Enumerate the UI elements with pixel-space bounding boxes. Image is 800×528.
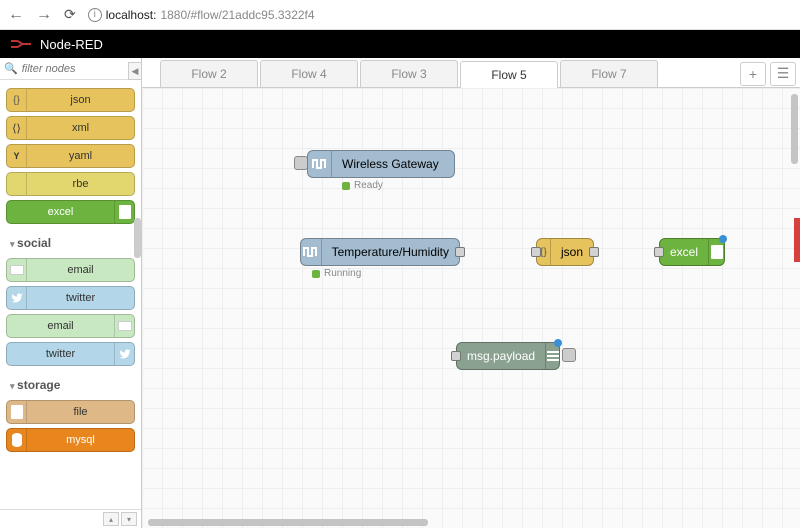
yaml-icon: Y [7, 145, 27, 167]
wave-icon [308, 151, 332, 177]
category-storage[interactable]: storage [6, 370, 135, 396]
palette-node-file[interactable]: file [6, 400, 135, 424]
palette-list[interactable]: json ⟨⟩xml Yyaml rbe excel social email … [0, 80, 141, 509]
tab-flow-7[interactable]: Flow 7 [560, 60, 658, 87]
gateway-input-port[interactable] [294, 156, 308, 170]
list-flows-button[interactable]: ☰ [770, 62, 796, 86]
palette-node-twitter-out[interactable]: twitter [6, 342, 135, 366]
browser-toolbar: ← → ⟳ i localhost:1880/#flow/21addc95.33… [0, 0, 800, 30]
file-icon [7, 401, 27, 423]
palette-collapse-button[interactable]: ▴ [103, 512, 119, 526]
workspace: Flow 2 Flow 4 Flow 3 Flow 5 Flow 7 + ☰ W… [142, 58, 800, 528]
sidebar-toggle[interactable] [794, 218, 800, 262]
changed-indicator-icon [554, 339, 562, 347]
info-icon[interactable]: i [88, 8, 102, 22]
palette-scrollbar[interactable] [134, 218, 141, 258]
flow-canvas[interactable]: Wireless Gateway Ready Temperature/Humid… [142, 88, 800, 528]
debug-toggle-port[interactable] [562, 348, 576, 362]
palette-node-email-out[interactable]: email [6, 314, 135, 338]
envelope-icon [7, 259, 27, 281]
node-json[interactable]: json [536, 238, 594, 266]
palette-node-xml[interactable]: ⟨⟩xml [6, 116, 135, 140]
collapse-sidebar-button[interactable]: ◀ [128, 62, 142, 80]
filter-input[interactable] [22, 63, 137, 75]
node-wireless-gateway[interactable]: Wireless Gateway [307, 150, 455, 178]
palette-node-mysql[interactable]: mysql [6, 428, 135, 452]
tab-flow-4[interactable]: Flow 4 [260, 60, 358, 87]
palette-node-excel[interactable]: excel [6, 200, 135, 224]
database-icon [7, 429, 27, 451]
tab-flow-3[interactable]: Flow 3 [360, 60, 458, 87]
input-port[interactable] [654, 247, 664, 257]
filter-row: 🔍 [0, 58, 141, 80]
search-icon: 🔍 [4, 62, 18, 75]
url-path: 1880/#flow/21addc95.3322f4 [160, 8, 314, 22]
canvas-scrollbar-vertical[interactable] [791, 94, 798, 164]
palette-footer: ▴ ▾ [0, 509, 141, 528]
tab-flow-2[interactable]: Flow 2 [160, 60, 258, 87]
palette-node-email-in[interactable]: email [6, 258, 135, 282]
tab-flow-5[interactable]: Flow 5 [460, 61, 558, 88]
gateway-status: Ready [342, 180, 383, 191]
status-dot-icon [342, 182, 350, 190]
palette-node-yaml[interactable]: Yyaml [6, 144, 135, 168]
changed-indicator-icon [719, 235, 727, 243]
node-temperature-humidity[interactable]: Temperature/Humidity [300, 238, 460, 266]
rbe-icon [7, 173, 27, 195]
back-button[interactable]: ← [8, 6, 24, 24]
node-debug[interactable]: msg.payload [456, 342, 560, 370]
palette-node-json[interactable]: json [6, 88, 135, 112]
palette-node-rbe[interactable]: rbe [6, 172, 135, 196]
wave-icon [301, 239, 322, 265]
palette-node-twitter-in[interactable]: twitter [6, 286, 135, 310]
canvas-scrollbar-horizontal[interactable] [148, 519, 428, 526]
input-port[interactable] [451, 351, 461, 361]
xml-icon: ⟨⟩ [7, 117, 27, 139]
node-excel[interactable]: excel [659, 238, 725, 266]
app-title: Node-RED [40, 37, 103, 52]
app-header: Node-RED [0, 30, 800, 58]
status-dot-icon [312, 270, 320, 278]
reload-button[interactable]: ⟳ [64, 6, 76, 23]
output-port[interactable] [589, 247, 599, 257]
input-port[interactable] [531, 247, 541, 257]
flow-tabs: Flow 2 Flow 4 Flow 3 Flow 5 Flow 7 + ☰ [142, 58, 800, 88]
envelope-icon [114, 315, 134, 337]
temp-status: Running [312, 268, 361, 279]
category-social[interactable]: social [6, 228, 135, 254]
url-host: localhost: [106, 8, 157, 22]
palette-expand-button[interactable]: ▾ [121, 512, 137, 526]
forward-button[interactable]: → [36, 6, 52, 24]
twitter-icon [114, 343, 134, 365]
palette-sidebar: 🔍 ◀ json ⟨⟩xml Yyaml rbe excel social em… [0, 58, 142, 528]
file-icon [114, 201, 134, 223]
node-red-logo-icon [10, 38, 32, 50]
address-bar[interactable]: i localhost:1880/#flow/21addc95.3322f4 [88, 8, 315, 22]
json-icon [7, 89, 27, 111]
twitter-icon [7, 287, 27, 309]
add-flow-button[interactable]: + [740, 62, 766, 86]
output-port[interactable] [455, 247, 465, 257]
